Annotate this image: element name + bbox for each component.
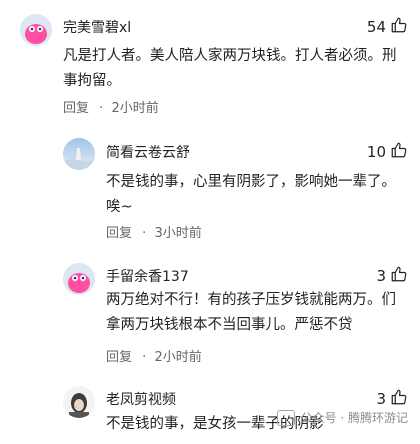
thumbs-up-icon [390,141,408,163]
reply-button[interactable]: 回复 [106,226,132,241]
like-count: 3 [376,267,386,285]
separator-dot: · [142,350,147,365]
thumbs-up-icon [390,16,408,38]
comment-time: 2小时前 [154,350,202,365]
comment-username[interactable]: 手留余香137 [106,266,189,286]
wechat-icon [276,409,295,426]
separator-dot: · [142,226,147,241]
like-count: 3 [376,390,386,408]
comment-text: 两万绝对不行！有的孩子压岁钱就能两万。们拿两万块钱根本不当回事儿。严惩不贷 [106,292,396,333]
avatar[interactable] [63,386,95,418]
separator-dot: · [99,101,104,116]
thumbs-up-icon [390,388,408,410]
watermark-text: 公众号 · 腾腾环游记 [300,411,408,425]
comment-text: 凡是打人者。美人陪人家两万块钱。打人者必须。刑事拘留。 [63,48,397,89]
comment-meta: 回复 · 2小时前 [63,97,159,116]
like-count: 54 [366,18,386,36]
reply-button[interactable]: 回复 [63,101,89,116]
thumbs-up-icon [390,265,408,287]
avatar[interactable] [63,263,95,295]
comment-username[interactable]: 简看云卷云舒 [106,142,190,162]
like-button[interactable]: 3 [376,388,408,410]
comment-text: 不是钱的事，心里有阴影了，影响她一辈了。唉~ [106,174,396,215]
comment-meta: 回复 · 2小时前 [106,346,202,365]
comment-time: 2小时前 [111,101,159,116]
like-button[interactable]: 10 [367,141,408,163]
like-button[interactable]: 3 [376,265,408,287]
avatar[interactable] [63,138,95,170]
like-count: 10 [366,143,386,161]
avatar[interactable] [20,14,52,46]
like-button[interactable]: 54 [367,16,408,38]
comment-meta: 回复 · 3小时前 [106,222,202,241]
comment-username[interactable]: 老凤剪视频 [106,389,176,409]
comment-username[interactable]: 完美雪碧xl [63,17,131,37]
watermark: 公众号 · 腾腾环游记 [276,409,408,426]
comment-time: 3小时前 [154,226,202,241]
reply-button[interactable]: 回复 [106,350,132,365]
